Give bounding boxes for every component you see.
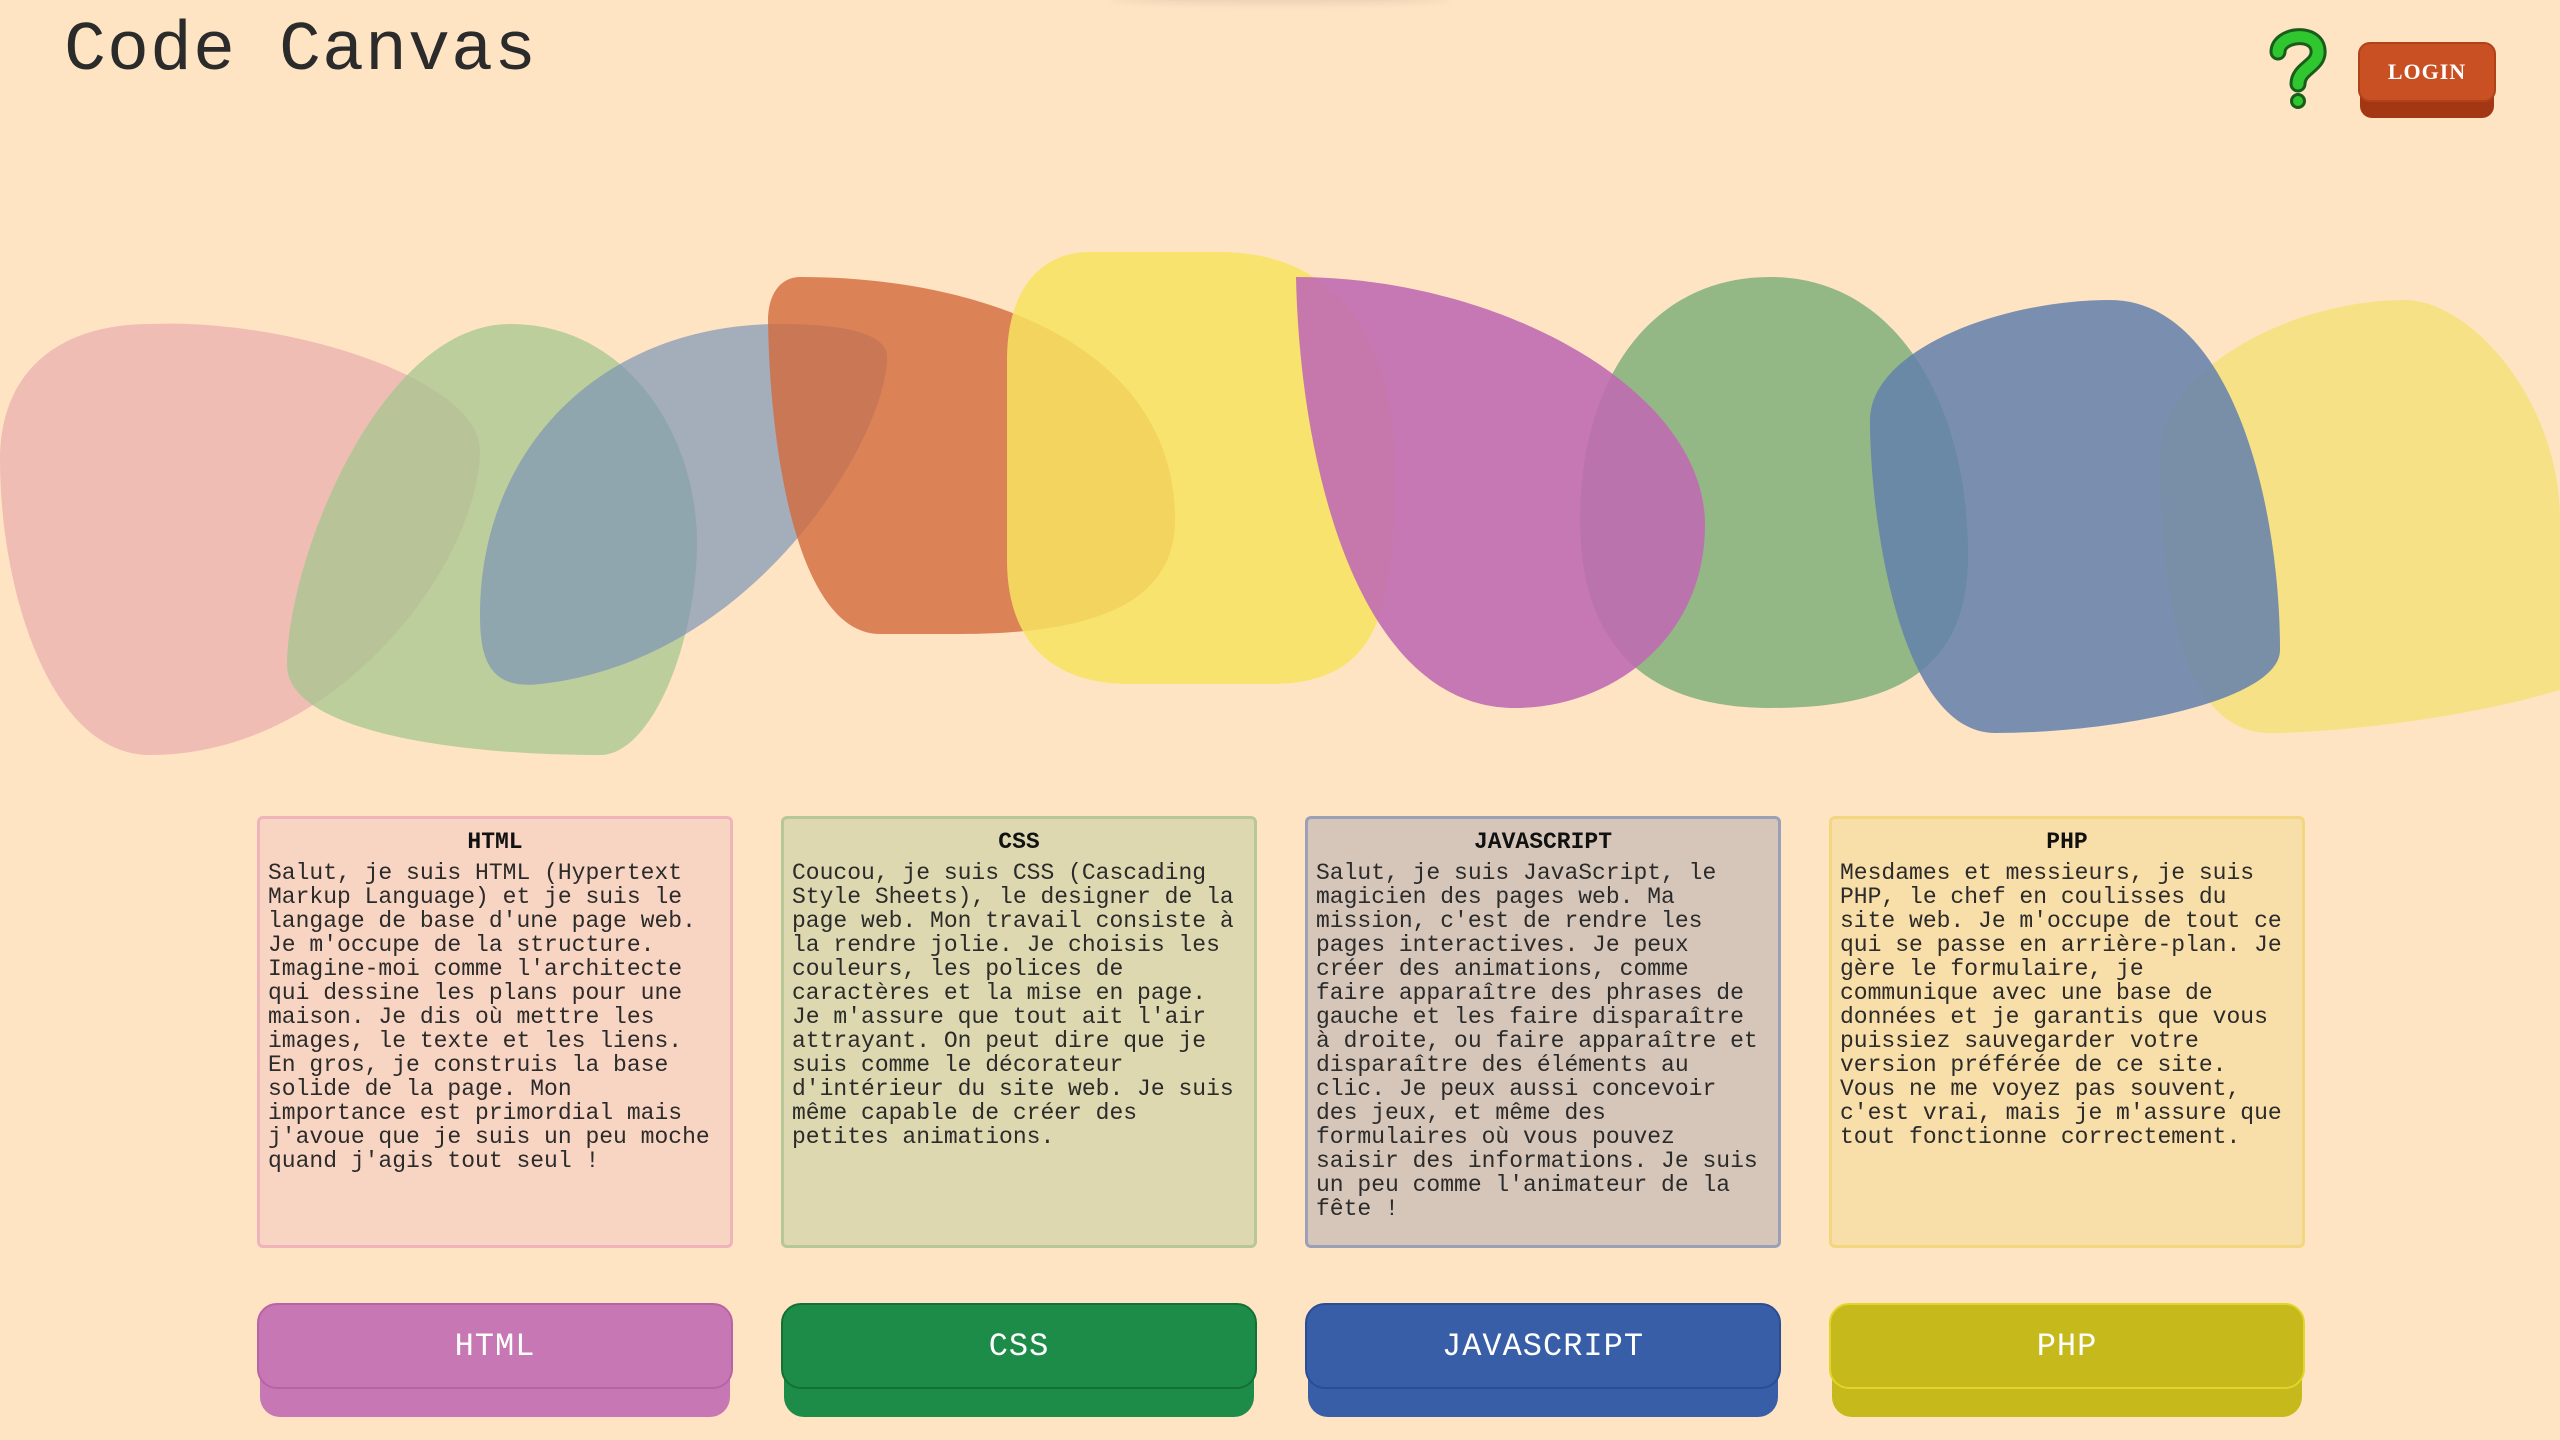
- css-button[interactable]: CSS: [781, 1303, 1257, 1417]
- card-html: HTML Salut, je suis HTML (Hypertext Mark…: [257, 816, 733, 1248]
- php-button-label: PHP: [1829, 1303, 2305, 1389]
- decorative-blobs: [0, 252, 2560, 755]
- card-title: CSS: [998, 829, 1040, 855]
- card-title: JAVASCRIPT: [1473, 829, 1613, 855]
- card-title: HTML: [467, 829, 523, 855]
- card-javascript: JAVASCRIPT Salut, je suis JavaScript, le…: [1305, 816, 1781, 1248]
- card-text: Mesdames et messieurs, je suis PHP, le c…: [1840, 859, 2282, 1150]
- php-button[interactable]: PHP: [1829, 1303, 2305, 1417]
- card-css: CSS Coucou, je suis CSS (Cascading Style…: [781, 816, 1257, 1248]
- card-text: Coucou, je suis CSS (Cascading Style She…: [792, 859, 1234, 1150]
- card-text: Salut, je suis HTML (Hypertext Markup La…: [268, 859, 710, 1174]
- css-button-label: CSS: [781, 1303, 1257, 1389]
- card-text: Salut, je suis JavaScript, le magicien d…: [1316, 859, 1758, 1222]
- javascript-button-label: JAVASCRIPT: [1305, 1303, 1781, 1389]
- card-title: PHP: [2046, 829, 2088, 855]
- html-button[interactable]: HTML: [257, 1303, 733, 1417]
- card-php: PHP Mesdames et messieurs, je suis PHP, …: [1829, 816, 2305, 1248]
- javascript-button[interactable]: JAVASCRIPT: [1305, 1303, 1781, 1417]
- html-button-label: HTML: [257, 1303, 733, 1389]
